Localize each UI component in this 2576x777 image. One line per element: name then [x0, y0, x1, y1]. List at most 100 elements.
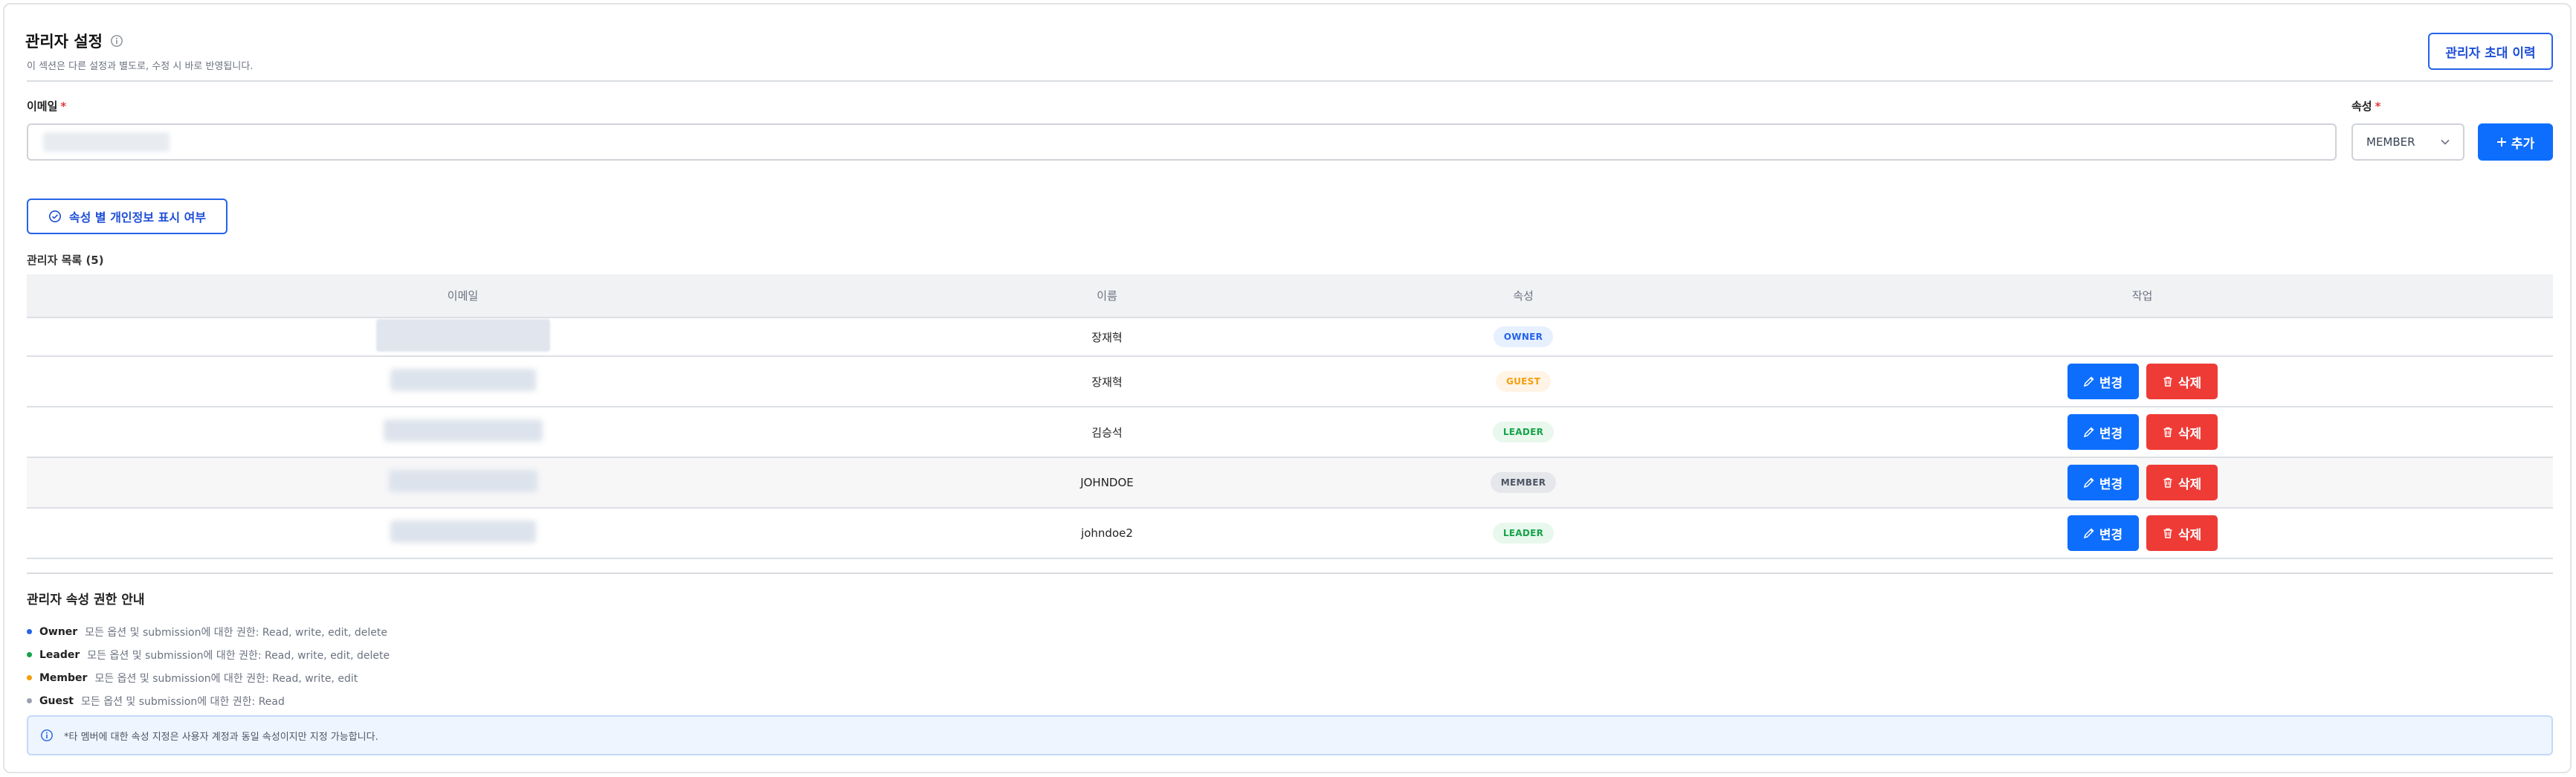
name-cell: 장재혁	[899, 317, 1315, 357]
admin-table: 이메일 이름 속성 작업 장재혁 OWNER 장재혁 GUEST 변경 삭제 김…	[27, 274, 2553, 559]
required-mark: *	[2375, 100, 2381, 113]
privacy-display-button-label: 속성 별 개인정보 표시 여부	[68, 210, 207, 225]
role-name: Leader	[39, 648, 80, 661]
table-row: 장재혁 OWNER	[27, 317, 2553, 357]
list-item: Leader 모든 옵션 및 submission에 대한 권한: Read, …	[27, 643, 390, 666]
attribute-select-value: MEMBER	[2366, 135, 2415, 149]
role-description: 모든 옵션 및 submission에 대한 권한: Read, write, …	[94, 672, 358, 685]
role-badge: LEADER	[1492, 422, 1555, 442]
role-badge: MEMBER	[1490, 472, 1557, 493]
delete-button-label: 삭제	[2178, 527, 2202, 543]
shield-check-icon	[48, 210, 61, 223]
email-cell	[27, 356, 899, 407]
permission-guide-title: 관리자 속성 권한 안내	[27, 593, 145, 607]
column-header-actions: 작업	[1731, 274, 2553, 318]
table-row: 장재혁 GUEST 변경 삭제	[27, 356, 2553, 407]
edit-button[interactable]: 변경	[2067, 364, 2139, 399]
pencil-icon	[2083, 528, 2094, 539]
name-cell: JOHNDOE	[899, 457, 1315, 509]
trash-icon	[2163, 477, 2172, 488]
role-dot	[27, 698, 32, 703]
redacted-email	[390, 369, 536, 391]
column-header-name: 이름	[899, 274, 1315, 318]
redacted-email-value	[43, 132, 170, 152]
pencil-icon	[2083, 477, 2094, 489]
edit-button-label: 변경	[2099, 426, 2123, 442]
list-item: Owner 모든 옵션 및 submission에 대한 권한: Read, w…	[27, 620, 390, 643]
delete-button-label: 삭제	[2178, 426, 2202, 442]
name-cell: 장재혁	[899, 356, 1315, 407]
notice-banner: *타 멤버에 대한 속성 지정은 사용자 계정과 동일 속성이지만 지정 가능합…	[27, 715, 2553, 755]
page-title-text: 관리자 설정	[25, 33, 103, 51]
email-cell	[27, 407, 899, 458]
role-dot	[27, 629, 32, 634]
actions-cell: 변경 삭제	[1731, 356, 2553, 407]
attribute-cell: OWNER	[1315, 317, 1731, 357]
attribute-label: 속성 *	[2351, 98, 2380, 114]
list-item: Member 모든 옵션 및 submission에 대한 권한: Read, …	[27, 666, 390, 689]
page-subtitle: 이 섹션은 다른 설정과 별도로, 수정 시 바로 반영됩니다.	[27, 61, 254, 72]
role-dot	[27, 652, 32, 657]
privacy-display-button[interactable]: 속성 별 개인정보 표시 여부	[27, 199, 227, 234]
role-name: Member	[39, 671, 88, 684]
notice-text: *타 멤버에 대한 속성 지정은 사용자 계정과 동일 속성이지만 지정 가능합…	[64, 731, 378, 743]
pencil-icon	[2083, 376, 2094, 387]
delete-button[interactable]: 삭제	[2146, 465, 2218, 500]
email-label: 이메일 *	[27, 98, 66, 114]
list-item: Guest 모든 옵션 및 submission에 대한 권한: Read	[27, 689, 390, 712]
pencil-icon	[2083, 427, 2094, 438]
table-row: JOHNDOE MEMBER 변경 삭제	[27, 457, 2553, 509]
email-cell	[27, 508, 899, 559]
column-header-attribute: 속성	[1315, 274, 1731, 318]
edit-button[interactable]: 변경	[2067, 465, 2139, 500]
role-description: 모든 옵션 및 submission에 대한 권한: Read, write, …	[85, 626, 387, 639]
trash-icon	[2163, 528, 2172, 538]
delete-button[interactable]: 삭제	[2146, 515, 2218, 551]
permission-guide-list: Owner 모든 옵션 및 submission에 대한 권한: Read, w…	[27, 620, 390, 712]
attribute-select[interactable]: MEMBER	[2351, 123, 2464, 161]
email-cell	[27, 457, 899, 509]
delete-button[interactable]: 삭제	[2146, 364, 2218, 399]
actions-cell: 변경 삭제	[1731, 457, 2553, 509]
admin-list-title: 관리자 목록 (5)	[27, 254, 104, 267]
column-header-email: 이메일	[27, 274, 899, 318]
redacted-email	[383, 419, 543, 442]
role-dot	[27, 675, 32, 680]
edit-button[interactable]: 변경	[2067, 515, 2139, 551]
email-label-text: 이메일	[27, 100, 58, 113]
edit-button[interactable]: 변경	[2067, 414, 2139, 450]
header-divider	[27, 80, 2553, 82]
attribute-cell: GUEST	[1315, 356, 1731, 407]
actions-cell: 변경 삭제	[1731, 508, 2553, 559]
role-badge: GUEST	[1495, 371, 1552, 392]
table-row: 김승석 LEADER 변경 삭제	[27, 407, 2553, 458]
edit-button-label: 변경	[2099, 477, 2123, 492]
actions-cell: 변경 삭제	[1731, 407, 2553, 458]
page-title: 관리자 설정	[25, 30, 123, 52]
plus-icon	[2496, 138, 2506, 146]
email-input[interactable]	[27, 123, 2337, 161]
attribute-label-text: 속성	[2351, 100, 2372, 113]
add-admin-button-label: 추가	[2511, 136, 2535, 152]
name-cell: 김승석	[899, 407, 1315, 458]
edit-button-label: 변경	[2099, 375, 2123, 391]
table-divider	[27, 573, 2553, 574]
trash-icon	[2163, 376, 2172, 387]
redacted-email	[390, 520, 536, 543]
role-description: 모든 옵션 및 submission에 대한 권한: Read, write, …	[87, 649, 390, 662]
table-header-row: 이메일 이름 속성 작업	[27, 274, 2553, 318]
role-description: 모든 옵션 및 submission에 대한 권한: Read	[80, 695, 285, 708]
invite-history-button[interactable]: 관리자 초대 이력	[2428, 33, 2553, 70]
attribute-cell: LEADER	[1315, 508, 1731, 559]
add-admin-button[interactable]: 추가	[2478, 123, 2553, 161]
info-icon	[41, 729, 53, 741]
name-cell: johndoe2	[899, 508, 1315, 559]
role-name: Owner	[39, 625, 78, 638]
attribute-cell: MEMBER	[1315, 457, 1731, 509]
delete-button-label: 삭제	[2178, 375, 2202, 391]
info-icon[interactable]	[110, 34, 123, 48]
delete-button[interactable]: 삭제	[2146, 414, 2218, 450]
required-mark: *	[60, 100, 67, 113]
role-name: Guest	[39, 694, 74, 707]
attribute-cell: LEADER	[1315, 407, 1731, 458]
